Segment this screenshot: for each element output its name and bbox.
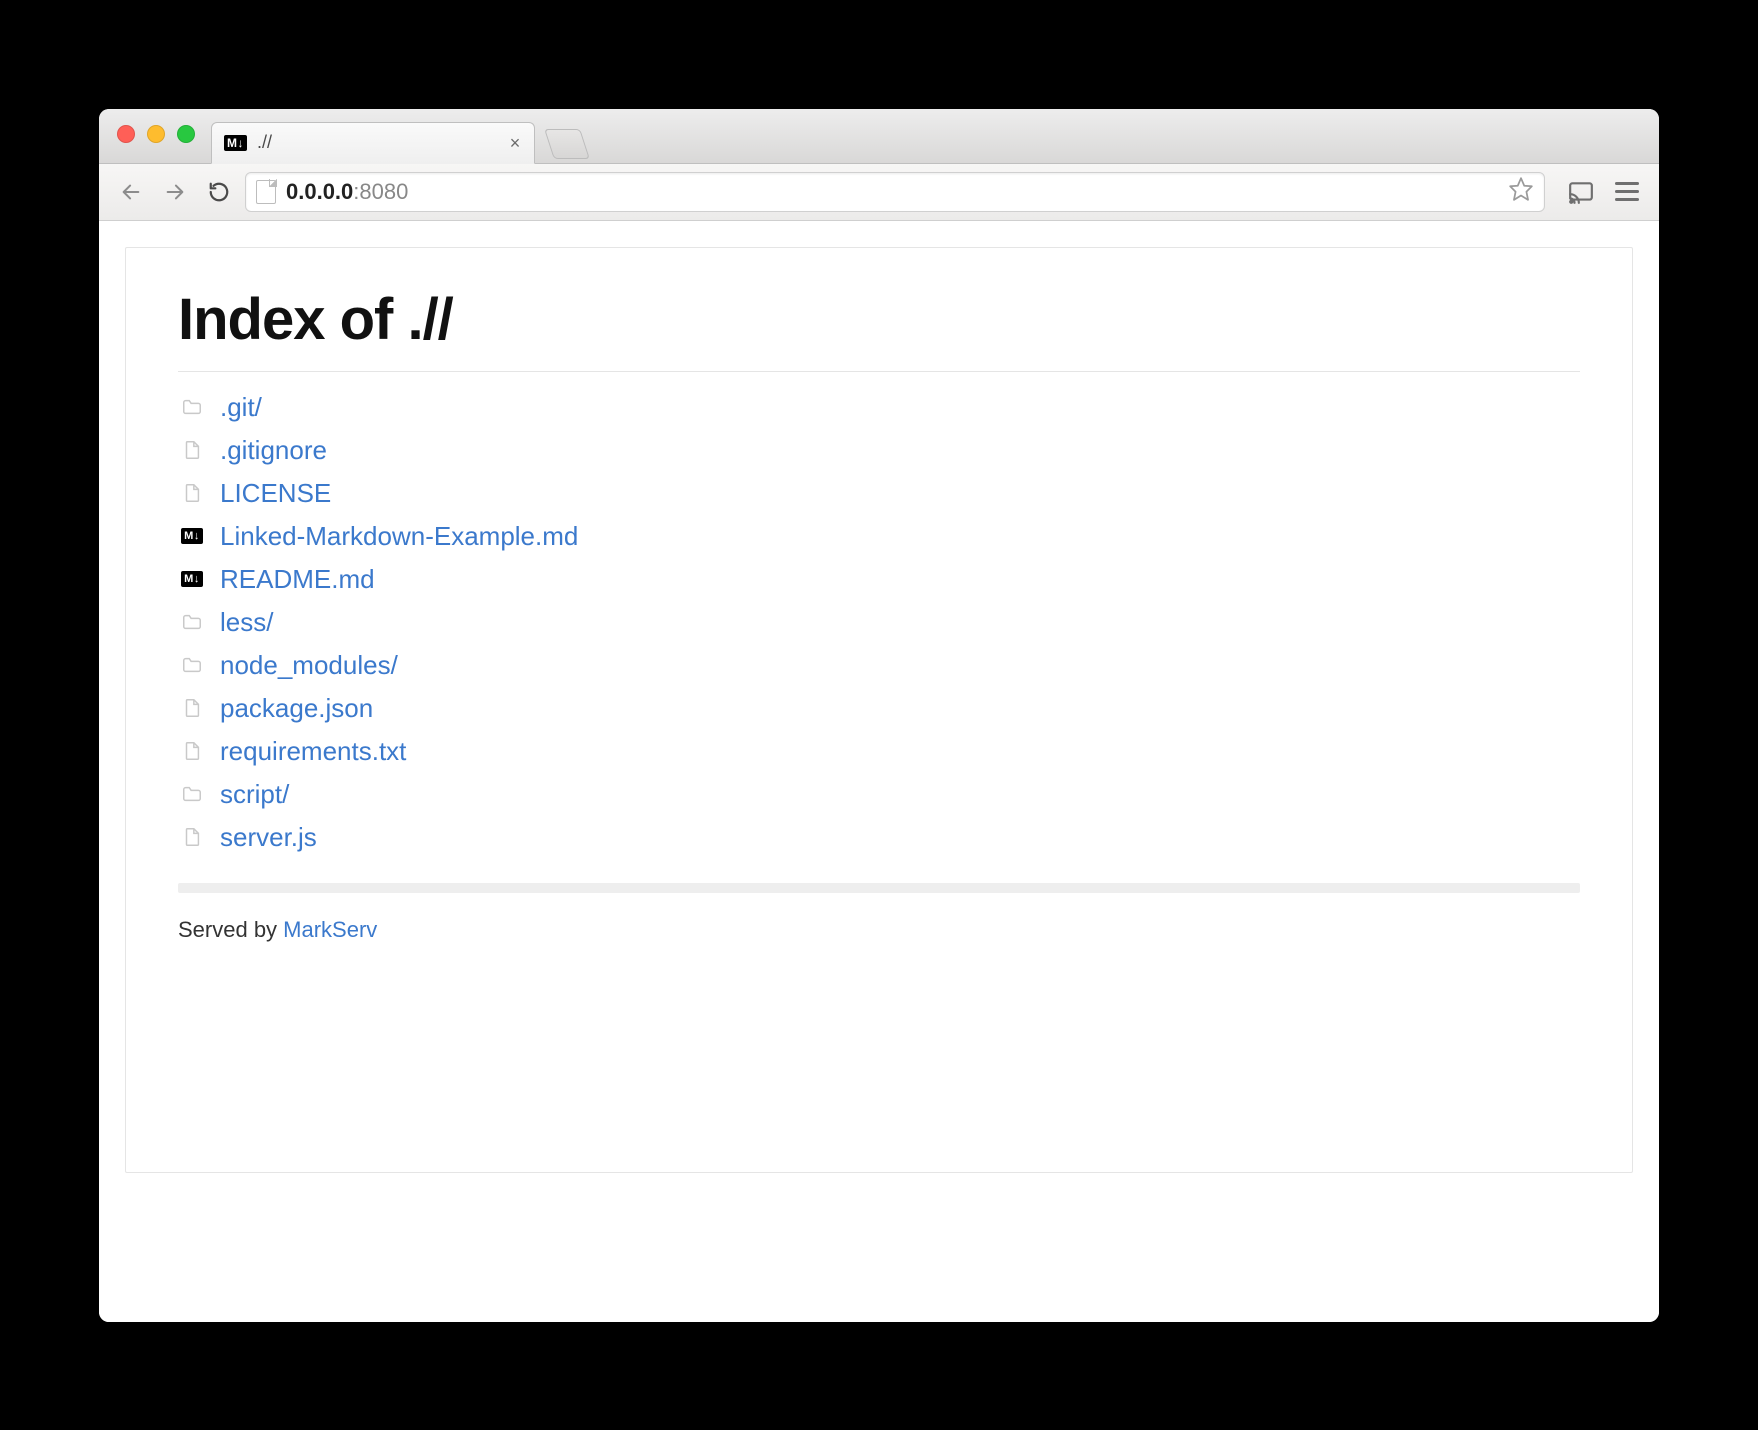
url-text: 0.0.0.0:8080 <box>286 179 408 205</box>
close-window-button[interactable] <box>117 125 135 143</box>
listing-link[interactable]: .gitignore <box>220 435 327 466</box>
hamburger-menu-icon[interactable] <box>1609 174 1645 210</box>
file-icon <box>178 439 206 461</box>
listing-item: .gitignore <box>178 429 1580 472</box>
listing-link[interactable]: .git/ <box>220 392 262 423</box>
file-icon <box>178 482 206 504</box>
listing-link[interactable]: requirements.txt <box>220 736 406 767</box>
listing-link[interactable]: server.js <box>220 822 317 853</box>
footer: Served by MarkServ <box>178 917 1580 943</box>
viewport[interactable]: Index of .// .git/ .gitignore LICENSE M↓ Lin… <box>99 221 1659 1322</box>
listing-item: M↓ README.md <box>178 558 1580 601</box>
folder-icon <box>178 396 206 418</box>
markdown-icon: M↓ <box>178 571 206 587</box>
zoom-window-button[interactable] <box>177 125 195 143</box>
tab-close-button[interactable]: × <box>506 134 524 152</box>
toolbar: 0.0.0.0:8080 <box>99 164 1659 221</box>
listing-item: script/ <box>178 773 1580 816</box>
file-icon <box>178 697 206 719</box>
window-controls <box>117 125 195 143</box>
listing-item: requirements.txt <box>178 730 1580 773</box>
page-title: Index of .// <box>178 286 1580 372</box>
listing-item: .git/ <box>178 386 1580 429</box>
listing-item: node_modules/ <box>178 644 1580 687</box>
tab-title: .// <box>257 132 506 153</box>
bookmark-star-icon[interactable] <box>1508 176 1534 207</box>
address-bar[interactable]: 0.0.0.0:8080 <box>245 172 1545 212</box>
listing-link[interactable]: script/ <box>220 779 289 810</box>
listing-item: M↓ Linked-Markdown-Example.md <box>178 515 1580 558</box>
page-content: Index of .// .git/ .gitignore LICENSE M↓ Lin… <box>125 247 1633 1173</box>
folder-icon <box>178 611 206 633</box>
url-port: :8080 <box>353 179 408 204</box>
listing-item: less/ <box>178 601 1580 644</box>
listing-link[interactable]: less/ <box>220 607 273 638</box>
cast-icon[interactable] <box>1563 174 1599 210</box>
url-host: 0.0.0.0 <box>286 179 353 204</box>
new-tab-button[interactable] <box>544 129 590 159</box>
reload-button[interactable] <box>201 174 237 210</box>
minimize-window-button[interactable] <box>147 125 165 143</box>
back-button[interactable] <box>113 174 149 210</box>
listing-link[interactable]: README.md <box>220 564 375 595</box>
listing-link[interactable]: Linked-Markdown-Example.md <box>220 521 578 552</box>
listing-item: package.json <box>178 687 1580 730</box>
file-icon <box>178 826 206 848</box>
site-info-icon[interactable] <box>256 180 276 204</box>
separator <box>178 883 1580 893</box>
footer-prefix: Served by <box>178 917 283 942</box>
folder-icon <box>178 783 206 805</box>
directory-listing: .git/ .gitignore LICENSE M↓ Linked-Markdown-… <box>178 386 1580 859</box>
forward-button[interactable] <box>157 174 193 210</box>
file-icon <box>178 740 206 762</box>
toolbar-right <box>1563 174 1645 210</box>
markdown-icon: M↓ <box>178 528 206 544</box>
markserv-link[interactable]: MarkServ <box>283 917 377 942</box>
listing-link[interactable]: package.json <box>220 693 373 724</box>
titlebar: M↓ .// × <box>99 109 1659 164</box>
folder-icon <box>178 654 206 676</box>
browser-tab[interactable]: M↓ .// × <box>211 122 535 164</box>
browser-window: M↓ .// × 0.0.0.0:8080 <box>99 109 1659 1322</box>
listing-item: server.js <box>178 816 1580 859</box>
listing-item: LICENSE <box>178 472 1580 515</box>
listing-link[interactable]: LICENSE <box>220 478 331 509</box>
markdown-badge-icon: M↓ <box>224 135 247 151</box>
listing-link[interactable]: node_modules/ <box>220 650 398 681</box>
